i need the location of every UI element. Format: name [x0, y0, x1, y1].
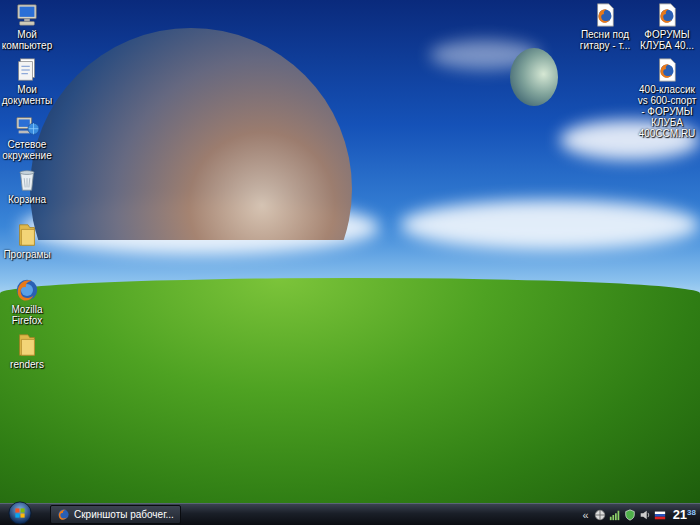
webpage-shortcut-icon — [654, 2, 680, 28]
desktop-icon[interactable]: Мои документы — [0, 57, 54, 112]
windows-logo-icon — [8, 501, 32, 525]
folder-icon — [14, 222, 40, 248]
language-flag-icon[interactable] — [654, 509, 666, 521]
webpage-shortcut-icon — [654, 57, 680, 83]
desktop-icons-left: Мой компьютерМои документыСетевое окруже… — [0, 2, 54, 387]
desktop-icon[interactable]: 400-классик vs 600-спорт - ФОРУМЫ КЛУБА … — [636, 57, 698, 139]
desktop-icon[interactable]: Сетевое окружение — [0, 112, 54, 167]
desktop-icon[interactable]: Програмы — [0, 222, 54, 277]
clock[interactable]: 2138 — [669, 508, 696, 522]
tray-expand-button[interactable]: « — [583, 509, 591, 521]
start-button[interactable] — [0, 505, 40, 525]
desktop-icon[interactable]: renders — [0, 332, 54, 387]
system-tray: « 2138 — [577, 508, 700, 522]
volume-icon[interactable] — [639, 509, 651, 521]
firefox-icon — [57, 508, 70, 521]
taskbar: Скриншоты рабочег... « 2138 — [0, 503, 700, 525]
desktop-icon[interactable]: Мой компьютер — [0, 2, 54, 57]
desktop-icons-right: Песни под гитару - т...ФОРУМЫ КЛУБА 40..… — [574, 2, 698, 139]
desktop-icon[interactable]: ФОРУМЫ КЛУБА 40... — [636, 2, 698, 51]
wallpaper — [0, 0, 700, 503]
computer-icon — [14, 2, 40, 28]
firefox-icon — [14, 277, 40, 303]
signal-icon[interactable] — [609, 509, 621, 521]
network-icon — [14, 112, 40, 138]
desktop-icon[interactable]: Mozilla Firefox — [0, 277, 54, 332]
network-icon[interactable] — [594, 509, 606, 521]
shield-icon[interactable] — [624, 509, 636, 521]
taskbar-button[interactable]: Скриншоты рабочег... — [50, 505, 181, 524]
webpage-shortcut-icon — [592, 2, 618, 28]
documents-icon — [14, 57, 40, 83]
desktop-icon[interactable]: Корзина — [0, 167, 54, 222]
recycle-bin-icon — [14, 167, 40, 193]
desktop: Мой компьютерМои документыСетевое окруже… — [0, 0, 700, 525]
desktop-icon[interactable]: Песни под гитару - т... — [574, 2, 636, 51]
folder-icon — [14, 332, 40, 358]
